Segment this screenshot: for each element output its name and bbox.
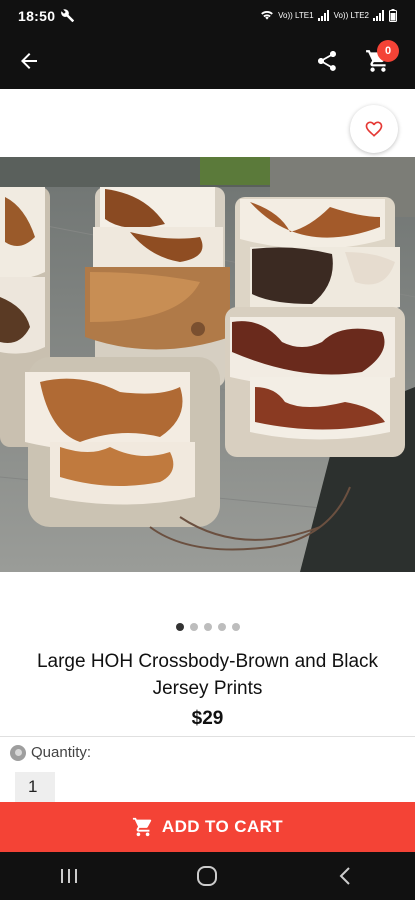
arrow-back-icon <box>21 53 37 69</box>
add-to-cart-label: ADD TO CART <box>161 817 284 836</box>
chevron-left-icon <box>339 867 350 885</box>
product-title: Large HOH Crossbody-Brown and Black Jers… <box>36 651 379 699</box>
recent-apps-icon <box>61 869 78 883</box>
share-icon <box>318 51 336 71</box>
heart-outline-icon <box>365 121 383 137</box>
wrench-icon <box>61 9 75 23</box>
share-button[interactable] <box>312 46 342 76</box>
status-indicators: Vo)) LTE1 Vo)) LTE2 <box>260 8 397 24</box>
signal-icon <box>317 9 330 23</box>
add-to-cart-button[interactable]: ADD TO CART <box>0 802 415 852</box>
status-bar: 18:50 Vo)) LTE1 Vo)) LTE2 <box>0 0 415 32</box>
image-pager <box>0 623 415 631</box>
favorite-button[interactable] <box>350 105 398 153</box>
pager-dot[interactable] <box>175 623 184 631</box>
pager-dot[interactable] <box>231 623 240 631</box>
product-price: $29 <box>191 708 224 729</box>
cart-count-badge: 0 <box>377 40 399 62</box>
quantity-label: Quantity: <box>31 744 92 761</box>
cart-icon <box>132 817 152 837</box>
pager-dot[interactable] <box>217 623 226 631</box>
status-time: 18:50 <box>18 8 56 24</box>
home-button[interactable] <box>177 856 237 896</box>
recent-apps-button[interactable] <box>39 856 99 896</box>
signal-icon <box>373 9 385 23</box>
home-icon <box>197 866 218 886</box>
battery-icon <box>389 8 397 24</box>
product-image[interactable] <box>0 157 415 572</box>
back-button[interactable] <box>14 46 44 76</box>
quantity-radio-icon <box>10 744 26 761</box>
pager-dot[interactable] <box>189 623 198 631</box>
app-bar: 0 <box>0 32 415 89</box>
quantity-row: Quantity: <box>10 744 91 761</box>
pager-dot[interactable] <box>203 623 212 631</box>
back-nav-button[interactable] <box>316 856 376 896</box>
quantity-input[interactable] <box>15 772 55 802</box>
signal-label-1: Vo)) LTE1 <box>278 11 314 20</box>
signal-label-2: Vo)) LTE2 <box>333 11 369 20</box>
wifi-icon <box>260 9 274 23</box>
system-nav-bar <box>0 852 415 900</box>
divider <box>0 736 415 737</box>
